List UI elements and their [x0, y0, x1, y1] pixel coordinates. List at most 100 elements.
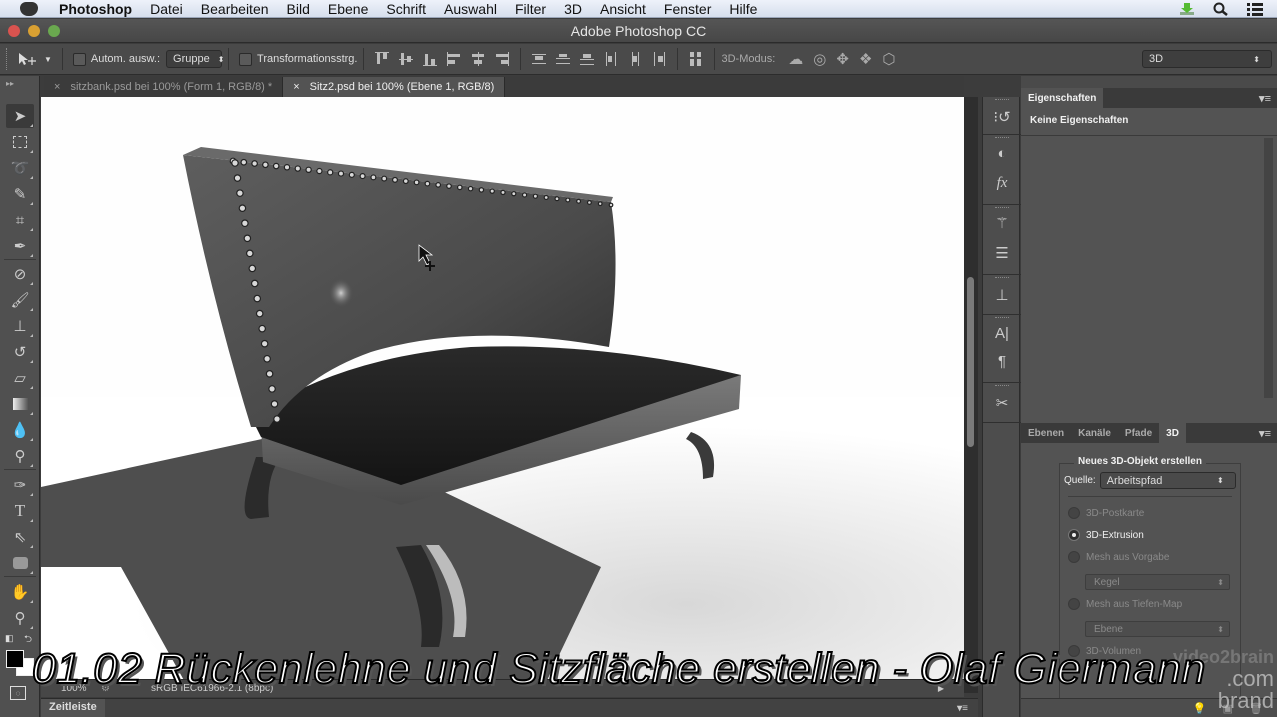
auto-align-layers-icon[interactable]: [688, 51, 704, 67]
mesh-preset-dropdown[interactable]: Kegel ⬍: [1085, 574, 1230, 590]
tab-pfade[interactable]: Pfade: [1118, 423, 1159, 443]
panel-menu-icon[interactable]: ▾≡: [957, 703, 968, 714]
option-mesh-from-depthmap[interactable]: Mesh aus Tiefen-Map: [1068, 598, 1182, 610]
option-3d-extrusion[interactable]: 3D-Extrusion: [1068, 529, 1144, 541]
align-vertical-center-icon[interactable]: [398, 51, 414, 67]
shape-tool-button[interactable]: [6, 551, 34, 575]
option-3d-postcard[interactable]: 3D-Postkarte: [1068, 507, 1144, 519]
tab-3d[interactable]: 3D: [1159, 423, 1186, 443]
menu-ebene[interactable]: Ebene: [319, 1, 377, 17]
distribute-vertical-center-icon[interactable]: [555, 51, 571, 67]
menu-fenster[interactable]: Fenster: [655, 1, 720, 17]
align-horizontal-center-icon[interactable]: [470, 51, 486, 67]
move-tool-icon[interactable]: [16, 51, 40, 67]
source-dropdown[interactable]: Arbeitspfad ⬍: [1099, 472, 1236, 489]
marquee-tool-button[interactable]: [6, 130, 34, 154]
panel-menu-icon[interactable]: ▾≡: [1259, 427, 1277, 440]
3d-pan-icon[interactable]: ✥: [836, 50, 849, 68]
character-panel-icon[interactable]: A|: [992, 323, 1012, 343]
adjustments-panel-icon[interactable]: ◐: [992, 143, 1012, 163]
options-grip[interactable]: [6, 48, 16, 70]
option-mesh-from-preset[interactable]: Mesh aus Vorgabe: [1068, 551, 1169, 563]
hand-tool-button[interactable]: ✋: [6, 580, 34, 604]
document-canvas[interactable]: [41, 97, 964, 693]
distribute-right-icon[interactable]: [651, 51, 667, 67]
download-icon[interactable]: [1179, 2, 1195, 16]
radio-button[interactable]: [1068, 598, 1080, 610]
menu-3d[interactable]: 3D: [555, 1, 591, 17]
type-tool-button[interactable]: T: [6, 499, 34, 523]
radio-button[interactable]: [1068, 507, 1080, 519]
dodge-tool-button[interactable]: ⚲: [6, 444, 34, 468]
eraser-tool-button[interactable]: ▱: [6, 366, 34, 390]
align-left-icon[interactable]: [446, 51, 462, 67]
menu-datei[interactable]: Datei: [141, 1, 192, 17]
properties-scrollbar[interactable]: [1264, 138, 1273, 398]
menu-app[interactable]: Photoshop: [50, 1, 141, 17]
toolbox-expand-icon[interactable]: ▸▸: [6, 79, 14, 88]
lasso-tool-button[interactable]: ➰: [6, 156, 34, 180]
clone-stamp-tool-button[interactable]: ⊥: [6, 314, 34, 338]
paragraph-panel-icon[interactable]: ¶: [992, 351, 1012, 371]
brushes-panel-icon[interactable]: ⚚: [992, 213, 1012, 233]
canvas-vertical-scrollbar[interactable]: [964, 97, 978, 693]
distribute-bottom-icon[interactable]: [579, 51, 595, 67]
timeline-tab[interactable]: Zeitleiste: [41, 699, 105, 717]
pen-tool-button[interactable]: ✑: [6, 473, 34, 497]
spotlight-search-icon[interactable]: [1213, 2, 1229, 16]
menu-bild[interactable]: Bild: [278, 1, 319, 17]
move-tool-button[interactable]: ➤: [6, 104, 34, 128]
radio-button-selected[interactable]: [1068, 529, 1080, 541]
gradient-tool-button[interactable]: [6, 392, 34, 416]
tab-ebenen[interactable]: Ebenen: [1021, 423, 1071, 443]
menu-bearbeiten[interactable]: Bearbeiten: [192, 1, 278, 17]
3d-rotate-icon[interactable]: ☁: [788, 50, 803, 68]
foreground-color-swatch[interactable]: [6, 650, 24, 668]
distribute-horizontal-center-icon[interactable]: [627, 51, 643, 67]
menu-ansicht[interactable]: Ansicht: [591, 1, 655, 17]
workspace-dropdown[interactable]: 3D ⬍: [1142, 50, 1272, 68]
history-panel-icon[interactable]: ⁝↺: [992, 107, 1012, 127]
close-tab-icon[interactable]: ×: [293, 81, 299, 93]
blur-tool-button[interactable]: 💧: [6, 418, 34, 442]
path-selection-tool-button[interactable]: ⇖: [6, 525, 34, 549]
close-tab-icon[interactable]: ×: [54, 81, 60, 93]
apple-icon[interactable]: [20, 1, 38, 16]
depthmap-dropdown[interactable]: Ebene ⬍: [1085, 621, 1230, 637]
transform-controls-checkbox[interactable]: [239, 52, 253, 66]
tool-presets-panel-icon[interactable]: ✂: [992, 393, 1012, 413]
menu-filter[interactable]: Filter: [506, 1, 555, 17]
crop-tool-button[interactable]: ⌗: [6, 208, 34, 232]
distribute-top-icon[interactable]: [531, 51, 547, 67]
brush-presets-panel-icon[interactable]: ☰: [992, 243, 1012, 263]
menu-auswahl[interactable]: Auswahl: [435, 1, 506, 17]
distribute-left-icon[interactable]: [603, 51, 619, 67]
default-colors-icon[interactable]: ◧: [5, 633, 14, 644]
tab-kanaele[interactable]: Kanäle: [1071, 423, 1118, 443]
menu-hilfe[interactable]: Hilfe: [720, 1, 766, 17]
quick-mask-icon[interactable]: ◌: [10, 686, 26, 700]
3d-scale-icon[interactable]: ⬡: [882, 50, 895, 68]
3d-roll-icon[interactable]: ◎: [813, 50, 826, 68]
panel-menu-icon[interactable]: ▾≡: [1259, 92, 1277, 105]
scrollbar-thumb[interactable]: [967, 277, 974, 447]
3d-slide-icon[interactable]: ❖: [859, 50, 872, 68]
align-right-icon[interactable]: [494, 51, 510, 67]
auto-select-checkbox[interactable]: [72, 52, 86, 66]
notification-list-icon[interactable]: [1247, 2, 1263, 16]
zoom-tool-button[interactable]: ⚲: [6, 606, 34, 630]
document-tab[interactable]: × sitzbank.psd bei 100% (Form 1, RGB/8) *: [44, 77, 284, 97]
healing-brush-tool-button[interactable]: ⊘: [6, 262, 34, 286]
radio-button[interactable]: [1068, 551, 1080, 563]
tab-eigenschaften[interactable]: Eigenschaften: [1021, 88, 1104, 108]
clone-source-panel-icon[interactable]: ⊥: [992, 285, 1012, 305]
document-tab-active[interactable]: × Sitz2.psd bei 100% (Ebene 1, RGB/8): [283, 77, 506, 97]
swap-colors-icon[interactable]: ⮌: [24, 632, 32, 649]
history-brush-tool-button[interactable]: ↺: [6, 340, 34, 364]
styles-panel-icon[interactable]: fx: [992, 173, 1012, 193]
tool-preset-dropdown-icon[interactable]: ▼: [44, 55, 52, 64]
quick-selection-tool-button[interactable]: ✎: [6, 182, 34, 206]
align-bottom-icon[interactable]: [422, 51, 438, 67]
eyedropper-tool-button[interactable]: ✒: [6, 234, 34, 258]
brush-tool-button[interactable]: 🖌: [6, 288, 34, 312]
